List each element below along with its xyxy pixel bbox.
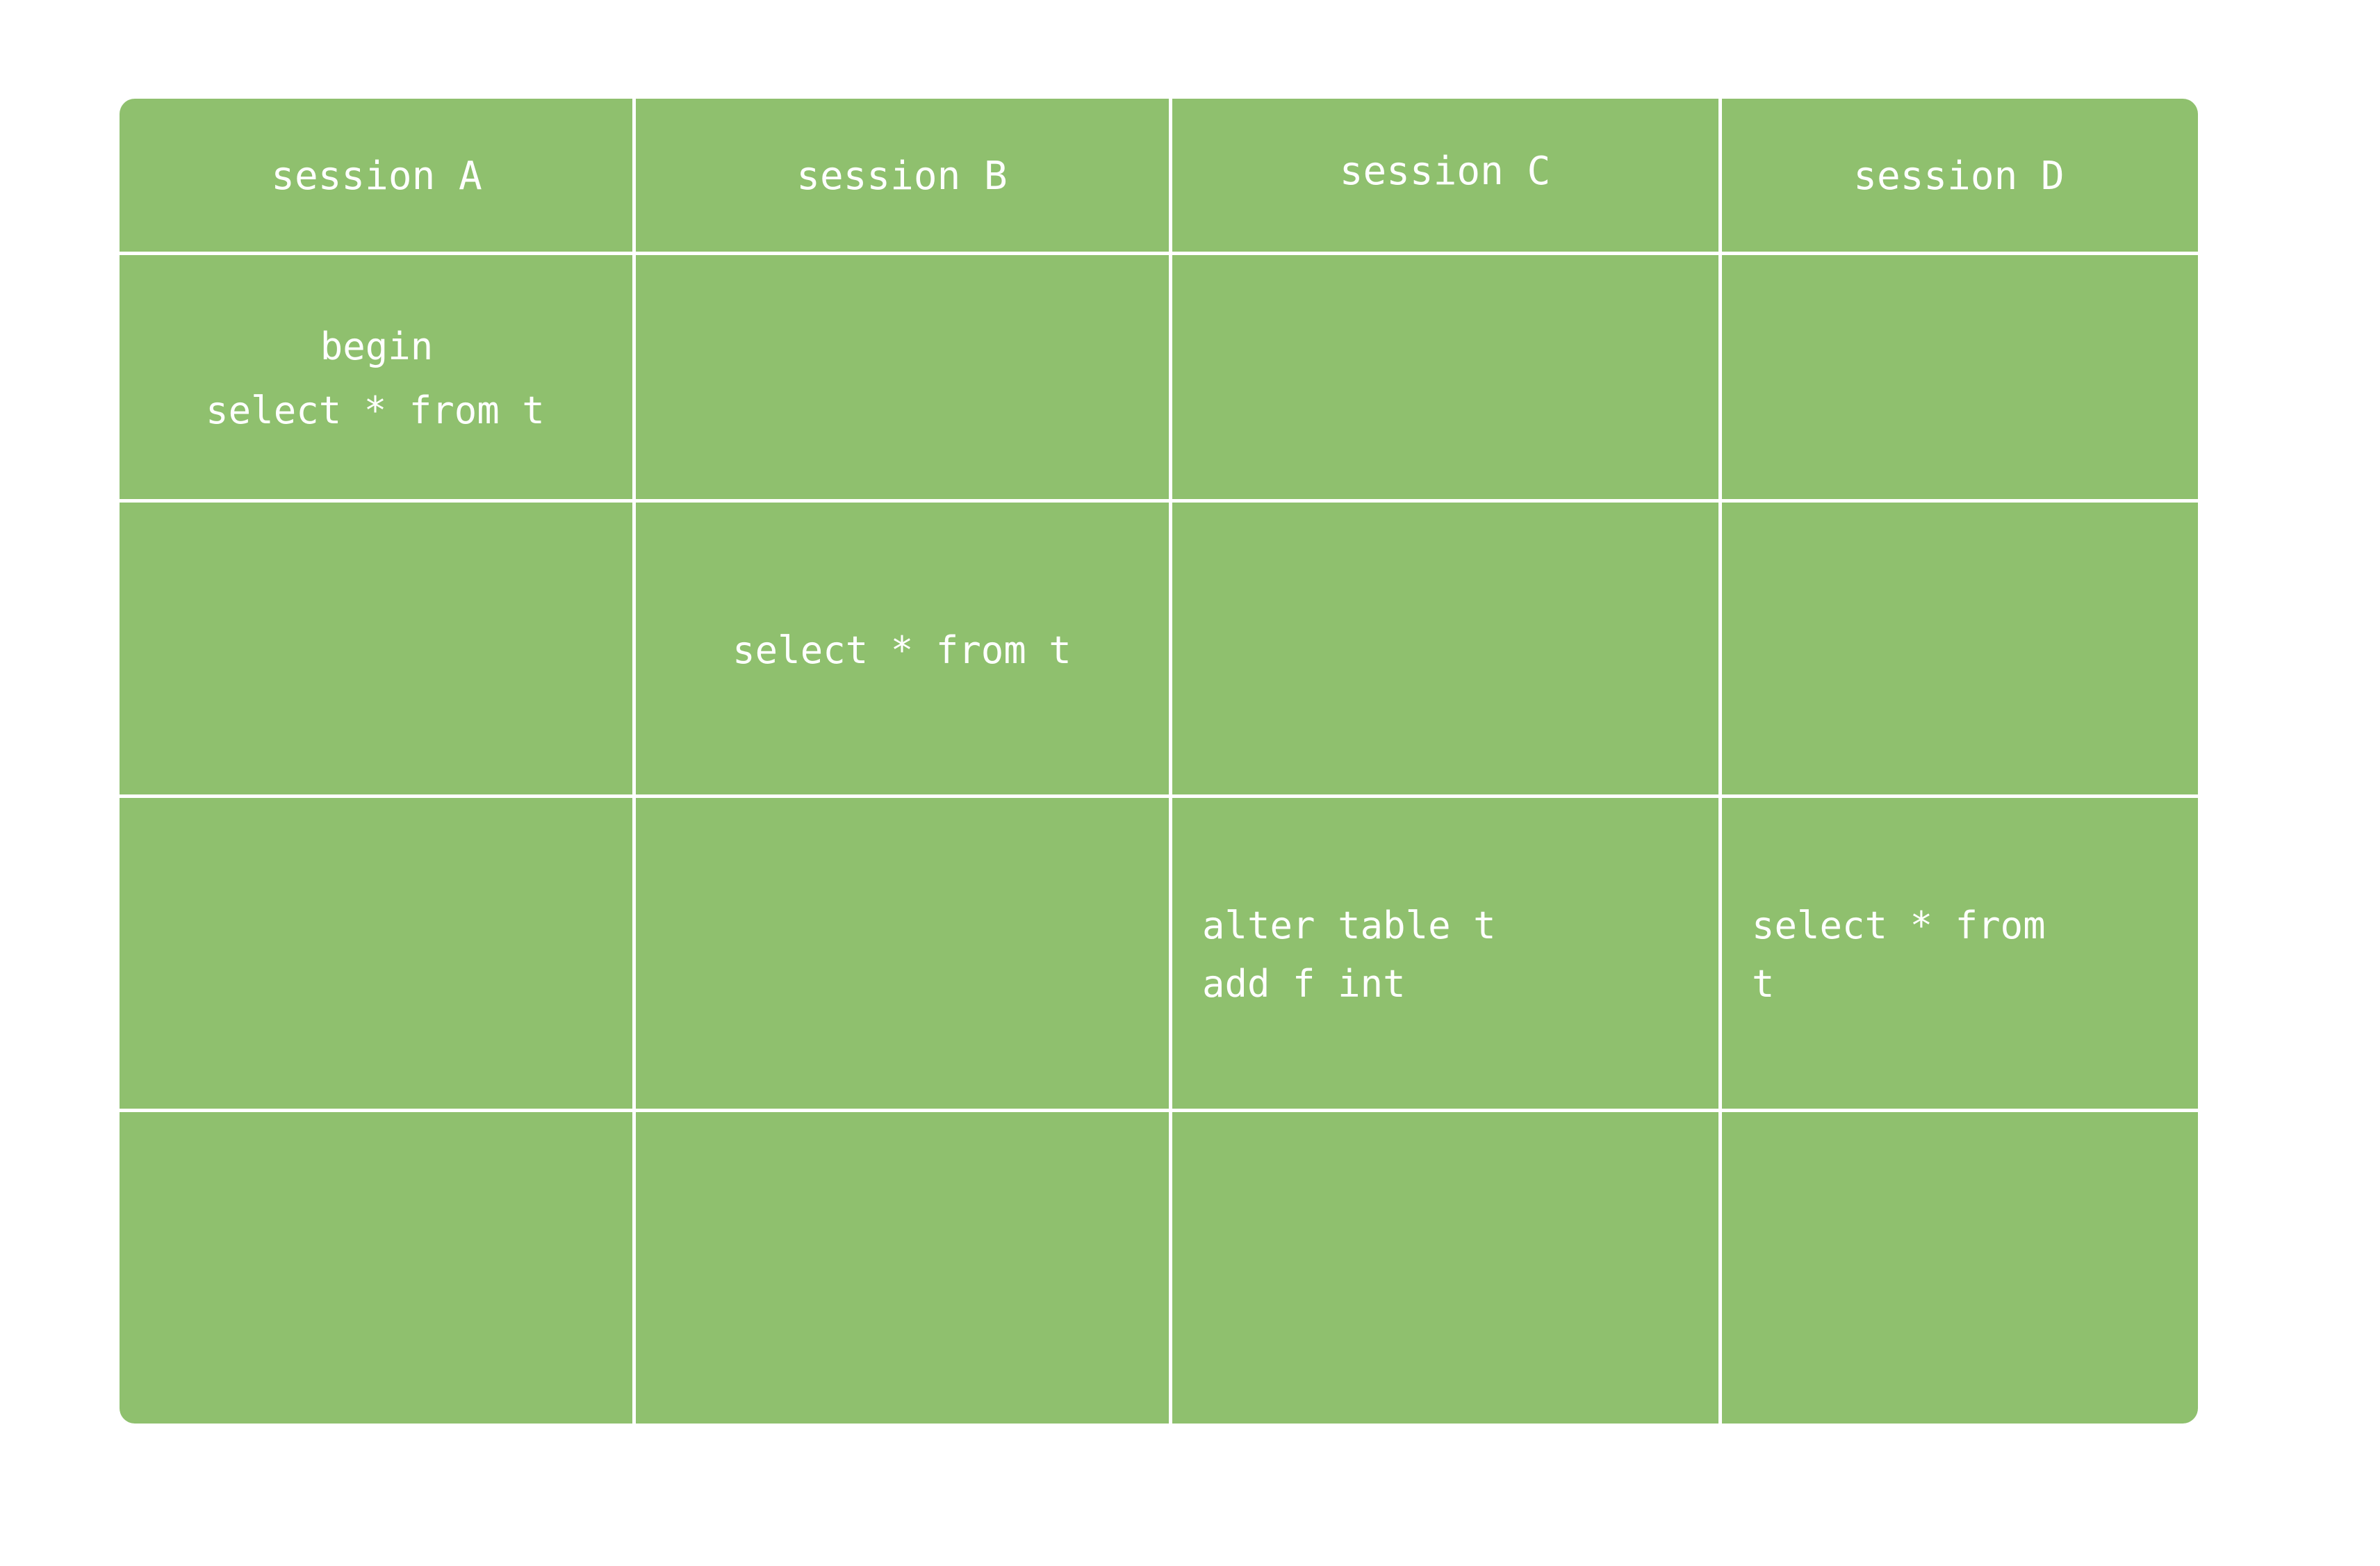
- cell-row3-session-d: select * from t: [1718, 798, 2198, 1112]
- cell-row2-session-b: select * from t: [632, 503, 1170, 798]
- diagram-canvas: session A session B session C session D …: [0, 0, 2380, 1566]
- cell-row1-session-a: begin select * from t: [120, 255, 634, 503]
- cell-row4-session-a: [120, 1112, 634, 1424]
- table-row: select * from t: [120, 503, 2198, 798]
- column-header-session-c: session C: [1169, 99, 1720, 255]
- column-header-label: session A: [271, 154, 482, 199]
- cell-row1-session-b: [632, 255, 1170, 503]
- column-header-label: session C: [1339, 149, 1551, 195]
- cell-row1-session-c: [1169, 255, 1720, 503]
- table-header-row: session A session B session C session D: [120, 99, 2198, 255]
- cell-text-line: select * from: [1752, 904, 2046, 948]
- cell-row2-session-a: [120, 503, 634, 798]
- cell-row3-session-b: [632, 798, 1170, 1112]
- cell-row4-session-d: [1718, 1112, 2198, 1424]
- column-header-label: session D: [1853, 154, 2065, 199]
- column-header-session-a: session A: [120, 99, 634, 255]
- cell-row2-session-c: [1169, 503, 1720, 798]
- table-row: begin select * from t: [120, 255, 2198, 503]
- cell-text-line: add f int: [1202, 962, 1406, 1006]
- cell-text-line: t: [1752, 962, 1775, 1006]
- session-timeline-table: session A session B session C session D …: [120, 99, 2198, 1424]
- cell-text-line: select * from t: [206, 389, 545, 432]
- cell-row3-session-a: [120, 798, 634, 1112]
- cell-row3-session-c: alter table t add f int: [1169, 798, 1720, 1112]
- cell-row4-session-b: [632, 1112, 1170, 1424]
- column-header-session-d: session D: [1718, 99, 2198, 255]
- column-header-label: session B: [796, 154, 1008, 199]
- cell-row4-session-c: [1169, 1112, 1720, 1424]
- cell-text-line: select * from t: [732, 628, 1072, 672]
- table-row: alter table t add f int select * from t: [120, 798, 2198, 1112]
- cell-row2-session-d: [1718, 503, 2198, 798]
- table-row: [120, 1112, 2198, 1424]
- cell-row1-session-d: [1718, 255, 2198, 503]
- cell-text-line: begin: [320, 325, 434, 369]
- column-header-session-b: session B: [632, 99, 1170, 255]
- cell-text-line: alter table t: [1202, 904, 1496, 948]
